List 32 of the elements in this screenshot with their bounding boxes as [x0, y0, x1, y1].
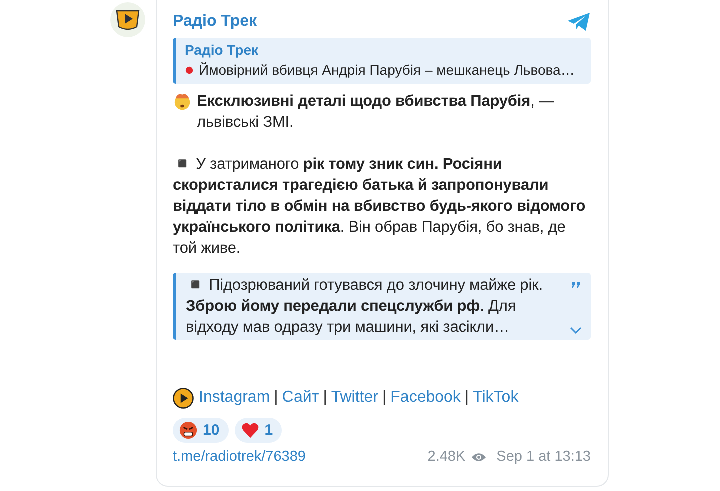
reply-author: Радіо Трек	[185, 41, 260, 60]
view-count: 2.48K	[428, 449, 466, 465]
eye-icon	[470, 452, 487, 462]
reaction-button[interactable]: 1	[234, 418, 282, 443]
separator: |	[274, 388, 278, 408]
bullet-dot-icon	[185, 66, 194, 74]
emoji-icon	[173, 92, 192, 111]
channel-avatar[interactable]	[110, 2, 146, 38]
play-logo-icon	[173, 388, 194, 408]
quote-icon	[571, 281, 581, 289]
heart-icon	[240, 421, 260, 440]
paragraph-text: Ексклюзивні деталі щодо вбивства Парубія, — львівські ЗМІ.	[197, 92, 556, 133]
telegram-icon[interactable]	[567, 12, 591, 32]
post-link[interactable]: t.me/radiotrek/76389	[173, 449, 306, 465]
social-link[interactable]: Twitter	[331, 387, 378, 409]
blockquote[interactable]: ◾ Підозрюваний готувався до злочину майже рік. Зброю йому передали спецслужби рф. Для відходу мав одразу три машини, які засікли…	[173, 273, 591, 340]
social-link[interactable]: Instagram	[199, 387, 270, 409]
quote-text: ◾ Підозрюваний готувався до злочину майже рік. Зброю йому передали спецслужби рф. Для відходу мав одразу три машини, які засікли…	[186, 276, 544, 338]
channel-name[interactable]: Радіо Трек	[173, 13, 258, 31]
separator: |	[382, 388, 387, 408]
angry-face-icon	[179, 421, 198, 440]
reaction-button[interactable]: 10	[173, 418, 229, 443]
separator: |	[464, 388, 470, 408]
paragraph-text: ◾ У затриманого рік тому зник син. Росіяни скористалися трагедією батька й запропонували віддати тіло в обмін на вбивство будь-якого відомого українського політика. Він обрав Парубія, бо знав, де той живе.	[173, 156, 586, 257]
reply-preview[interactable]: Радіо Трек Ймовірний вбивця Андрія Парубія – мешканець Львова…	[173, 38, 591, 84]
separator: |	[323, 388, 328, 408]
social-link[interactable]: Сайт	[282, 387, 320, 409]
social-link[interactable]: Facebook	[390, 387, 461, 409]
reply-text: Ймовірний вбивця Андрія Парубія – мешканець Львова…	[199, 61, 575, 80]
social-link[interactable]: TikTok	[473, 387, 519, 409]
chevron-icon[interactable]	[570, 326, 582, 334]
post-date: Sep 1 at 13:13	[496, 449, 591, 465]
